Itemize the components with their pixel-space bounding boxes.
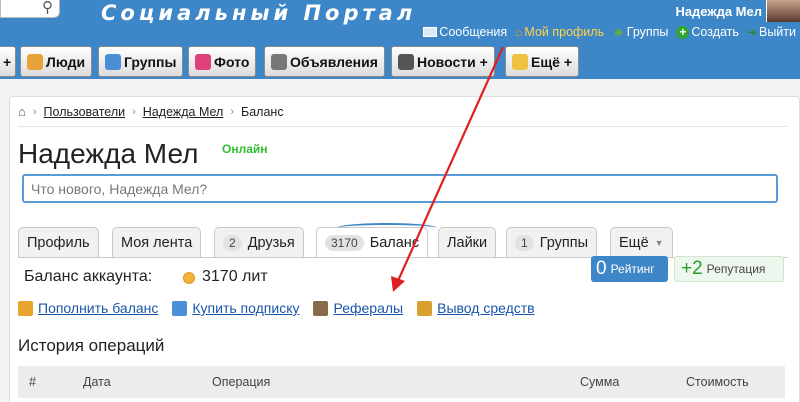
more-icon [512,53,528,70]
news-icon [398,53,414,70]
rating-badge[interactable]: 0 Рейтинг [591,256,668,282]
groups-icon [105,53,121,70]
logout-link[interactable]: ➜ Выйти [747,25,796,39]
plus-icon: + [676,25,690,39]
breadcrumb-separator: › [230,105,235,118]
tab-friends[interactable]: 2 Друзья [214,227,304,257]
subscription-icon [172,300,188,316]
breadcrumb-separator: › [32,105,37,118]
tab-my-feed[interactable]: Моя лента [112,227,202,257]
coins-add-icon [18,300,33,316]
history-title: История операций [18,336,165,355]
balance-value: 3170 лит [202,268,268,285]
group-icon: ☻ [612,25,625,39]
coin-icon [183,272,195,284]
reputation-badge[interactable]: +2 Репутация [674,256,784,282]
reputation-value: +2 [681,258,703,279]
rating-value: 0 [596,258,607,279]
tab-balance[interactable]: 3170 Баланс [316,223,437,258]
search-icon[interactable]: ⚲ [42,0,53,16]
column-header-cost: Стоимость [686,375,749,389]
tab-groups[interactable]: 1 Группы [506,227,598,257]
portal-title[interactable]: Социальный Портал [101,1,416,25]
chevron-down-icon: ▼ [654,237,664,248]
ads-icon [271,53,287,70]
nav-tab-people[interactable]: Люди [20,46,93,77]
status-input[interactable] [22,174,778,203]
house-icon: ⌂ [515,25,523,39]
people-icon [27,53,43,70]
column-header-operation: Операция [212,375,271,389]
friends-count: 2 [223,234,242,251]
nav-tab-more[interactable]: Ещё + [505,46,580,77]
tab-likes[interactable]: Лайки [438,227,497,257]
history-table-header: # Дата Операция Сумма Стоимость [18,366,785,398]
breadcrumb-users[interactable]: Пользователи [44,105,126,119]
divider [18,126,788,127]
nav-plus-button[interactable]: + [0,46,16,77]
column-header-amount: Сумма [580,375,620,389]
balance-actions: Пополнить баланс Купить подписку Реферал… [18,300,535,316]
search-box[interactable]: ⚲ [0,0,60,18]
balance-count: 3170 [325,235,364,251]
nav-tab-groups[interactable]: Группы [98,46,184,77]
page-title: Надежда Мел [18,138,199,169]
withdraw-icon [417,300,433,316]
photo-icon [195,53,211,70]
breadcrumb: ⌂ › Пользователи › Надежда Мел › Баланс [18,104,284,119]
home-icon[interactable]: ⌂ [18,104,26,119]
main-nav: + Люди Группы Фото Объявления Новости + … [0,44,800,79]
messages-link[interactable]: Сообщения [423,25,507,39]
tab-profile[interactable]: Профиль [18,227,99,257]
active-tab-highlight [337,223,437,233]
nav-tab-news[interactable]: Новости + [391,46,495,77]
column-header-date: Дата [83,375,111,389]
referrals-link[interactable]: Рефералы [333,300,403,316]
reputation-label: Репутация [706,262,766,276]
user-name[interactable]: Надежда Мел [675,4,762,19]
groups-count: 1 [515,234,534,251]
create-link[interactable]: + Создать [676,25,739,39]
top-up-balance-link[interactable]: Пополнить баланс [38,300,158,316]
envelope-icon [423,27,438,37]
rating-label: Рейтинг [610,262,655,276]
top-header: ⚲ Социальный Портал Надежда Мел Сообщени… [0,0,800,44]
status-badge: Онлайн [222,142,268,156]
top-links: Сообщения ⌂ Мой профиль ☻ Группы + Создать … [423,25,796,39]
breadcrumb-user[interactable]: Надежда Мел [143,105,224,119]
exit-icon: ➜ [746,25,757,39]
withdraw-link[interactable]: Вывод средств [437,300,535,316]
avatar[interactable] [766,0,800,22]
breadcrumb-separator: › [132,105,136,118]
my-profile-link[interactable]: ⌂ Мой профиль [515,25,604,39]
referrals-icon [313,300,329,316]
buy-subscription-link[interactable]: Купить подписку [192,300,299,316]
column-header-number: # [29,375,36,389]
divider [18,257,788,258]
breadcrumb-current: Баланс [241,104,284,119]
groups-link[interactable]: ☻ Группы [612,25,668,39]
nav-tab-photo[interactable]: Фото [188,46,257,77]
tab-more[interactable]: Ещё ▼ [610,227,673,257]
nav-tab-ads[interactable]: Объявления [264,46,385,77]
balance-label: Баланс аккаунта: [24,268,153,285]
